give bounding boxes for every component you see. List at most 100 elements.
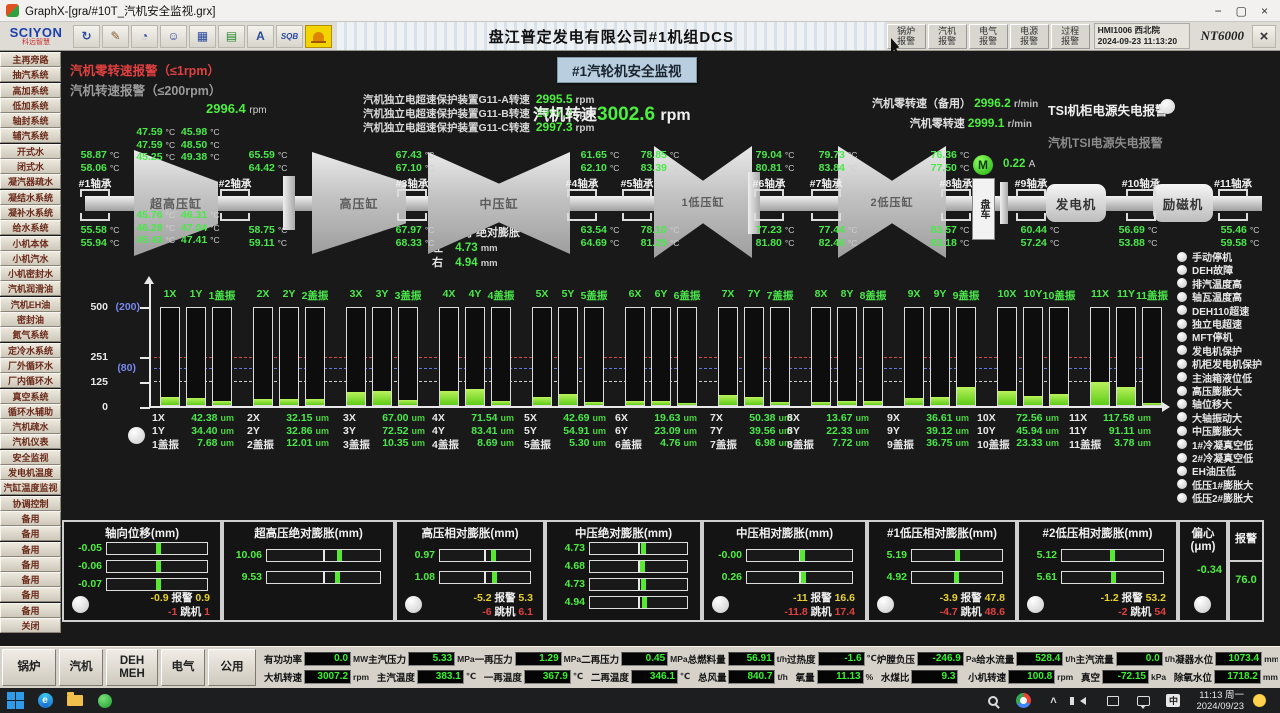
alarm-nav-button[interactable]: 电源 报警 <box>1010 24 1049 49</box>
sidebar-item[interactable]: 发电机温度 <box>0 465 61 480</box>
gauge-center-tick <box>323 572 325 583</box>
sidebar-item[interactable]: 备用 <box>0 557 61 572</box>
status-field-value: 1073.4 <box>1215 652 1262 666</box>
sidebar-item[interactable]: 抽汽系统 <box>0 67 61 82</box>
sidebar-item[interactable]: 汽机仪表 <box>0 434 61 449</box>
sidebar-item[interactable]: 备用 <box>0 542 61 557</box>
sidebar-item[interactable]: 密封油 <box>0 312 61 327</box>
sidebar-item[interactable]: 汽机润滑油 <box>0 281 61 296</box>
status-field: 除氧水位1718.2mm <box>1174 670 1278 684</box>
ime-icon[interactable]: 中 <box>1162 691 1184 711</box>
sciyon-logo: SCIYON 科远智慧 <box>0 26 72 46</box>
sidebar-item[interactable]: 厂外循环水 <box>0 358 61 373</box>
sidebar-item[interactable]: 关闭 <box>0 618 61 633</box>
status-field-value: 5.33 <box>408 652 455 666</box>
sqb-icon[interactable]: SQB <box>276 25 303 48</box>
nav-tab[interactable]: 汽机 <box>59 649 103 686</box>
sidebar-item[interactable]: 凝汽器疏水 <box>0 174 61 189</box>
chevron-up-icon[interactable]: ˄ <box>1042 691 1064 711</box>
status-field-label: 水煤比 <box>881 670 910 684</box>
status-field: 水煤比9.3 <box>881 670 961 684</box>
brightness-icon[interactable] <box>1248 691 1270 711</box>
sidebar-item[interactable]: 定冷水系统 <box>0 343 61 358</box>
history-icon[interactable]: ◔ <box>131 25 158 48</box>
sidebar-item[interactable]: 备用 <box>0 587 61 602</box>
chrome-icon[interactable] <box>1012 691 1034 711</box>
bearing-bracket-bottom <box>567 213 597 221</box>
sidebar-item[interactable]: 闭式水 <box>0 159 61 174</box>
expansion-panel: #1低压相对膨胀(mm)5.194.92-3.9 报警 47.8-4.7 跳机 … <box>867 520 1017 622</box>
sidebar-item[interactable]: 开式水 <box>0 144 61 159</box>
alarm-nav-button[interactable]: 过程 报警 <box>1051 24 1090 49</box>
nav-tab[interactable]: 锅炉 <box>2 649 56 686</box>
gauge-center-tick <box>484 572 486 583</box>
chart-y-tickmark <box>140 357 150 359</box>
sidebar-item[interactable]: 备用 <box>0 511 61 526</box>
chat-icon[interactable] <box>1132 691 1154 711</box>
start-icon[interactable] <box>4 691 26 711</box>
edge-icon[interactable]: e <box>34 691 56 711</box>
alarm-nav-button[interactable]: 电气 报警 <box>969 24 1008 49</box>
font-icon[interactable]: A <box>247 25 274 48</box>
status-field-value: 383.1 <box>417 670 464 684</box>
sidebar-item[interactable]: 辅汽系统 <box>0 128 61 143</box>
monitor-icon[interactable]: ▦ <box>189 25 216 48</box>
sidebar-item[interactable]: 小机本体 <box>0 236 61 251</box>
nav-tab[interactable]: 公用 <box>208 649 256 686</box>
gauge-bar <box>106 560 208 573</box>
page-title-chip[interactable]: #1汽轮机安全监视 <box>557 57 697 83</box>
phone-icon[interactable] <box>1102 691 1124 711</box>
green-app-icon[interactable] <box>94 691 116 711</box>
toolbar-close-button[interactable]: × <box>1252 25 1276 48</box>
sidebar-item[interactable]: 氮气系统 <box>0 327 61 342</box>
user-icon[interactable]: ☺ <box>160 25 187 48</box>
speaker-icon[interactable] <box>1072 691 1094 711</box>
alarm-nav-button[interactable]: 汽机 报警 <box>928 24 967 49</box>
sidebar-item[interactable]: 凝补水系统 <box>0 205 61 220</box>
vibration-bar <box>1142 307 1162 406</box>
vibration-bar <box>811 307 831 406</box>
sidebar-item[interactable]: 汽机EH油 <box>0 297 61 312</box>
nav-tab[interactable]: DEH MEH <box>106 649 158 686</box>
gauge-value: 10.06 <box>228 549 262 561</box>
vibration-bar-fill <box>1117 387 1135 405</box>
sidebar-item[interactable]: 高加系统 <box>0 83 61 98</box>
sidebar-item[interactable]: 主再旁路 <box>0 52 61 67</box>
nav-tab[interactable]: 电气 <box>161 649 205 686</box>
status-field-unit: t/h <box>1165 654 1175 664</box>
taskbar-clock[interactable]: 11:13 周一2024/09/23 <box>1196 690 1244 712</box>
search-icon[interactable] <box>982 691 1004 711</box>
sidebar-item[interactable]: 真空系统 <box>0 389 61 404</box>
vibration-bar-fill <box>838 401 856 405</box>
sidebar-item[interactable]: 小机汽水 <box>0 251 61 266</box>
alarm-bell-icon[interactable] <box>305 25 332 48</box>
reading-value: 39.12um <box>915 425 969 437</box>
sidebar-item[interactable]: 备用 <box>0 572 61 587</box>
sidebar-item[interactable]: 备用 <box>0 526 61 541</box>
sidebar-item[interactable]: 安全监视 <box>0 450 61 465</box>
tsi-cabinet-alarm-text: TSI机柜电源失电报警 <box>1048 100 1167 119</box>
nt6000-brand: NT6000 <box>1201 28 1244 44</box>
sync-icon[interactable]: ↻ <box>73 25 100 48</box>
minimize-button[interactable]: − <box>1215 4 1222 18</box>
sidebar-item[interactable]: 协调控制 <box>0 496 61 511</box>
cards-icon[interactable]: ▤ <box>218 25 245 48</box>
sidebar-item[interactable]: 低加系统 <box>0 98 61 113</box>
print-icon[interactable]: ✎ <box>102 25 129 48</box>
sidebar-item[interactable]: 循环水辅助 <box>0 404 61 419</box>
sidebar-item[interactable]: 轴封系统 <box>0 113 61 128</box>
vibration-bar-fill <box>652 401 670 405</box>
sidebar-item[interactable]: 小机密封水 <box>0 266 61 281</box>
sidebar-item[interactable]: 汽缸温度监视 <box>0 480 61 495</box>
sidebar-item[interactable]: 厂内循环水 <box>0 373 61 388</box>
gauge-value: 5.12 <box>1023 549 1057 561</box>
sidebar-item[interactable]: 备用 <box>0 603 61 618</box>
sidebar-item[interactable]: 凝结水系统 <box>0 190 61 205</box>
sidebar-item[interactable]: 汽机疏水 <box>0 419 61 434</box>
status-field-label: 有功功率 <box>264 652 302 666</box>
maximize-button[interactable]: ▢ <box>1236 4 1247 18</box>
folder-icon[interactable] <box>64 691 86 711</box>
close-button[interactable]: × <box>1261 4 1268 18</box>
reading-label: 7Y <box>710 425 723 437</box>
sidebar-item[interactable]: 给水系统 <box>0 220 61 235</box>
